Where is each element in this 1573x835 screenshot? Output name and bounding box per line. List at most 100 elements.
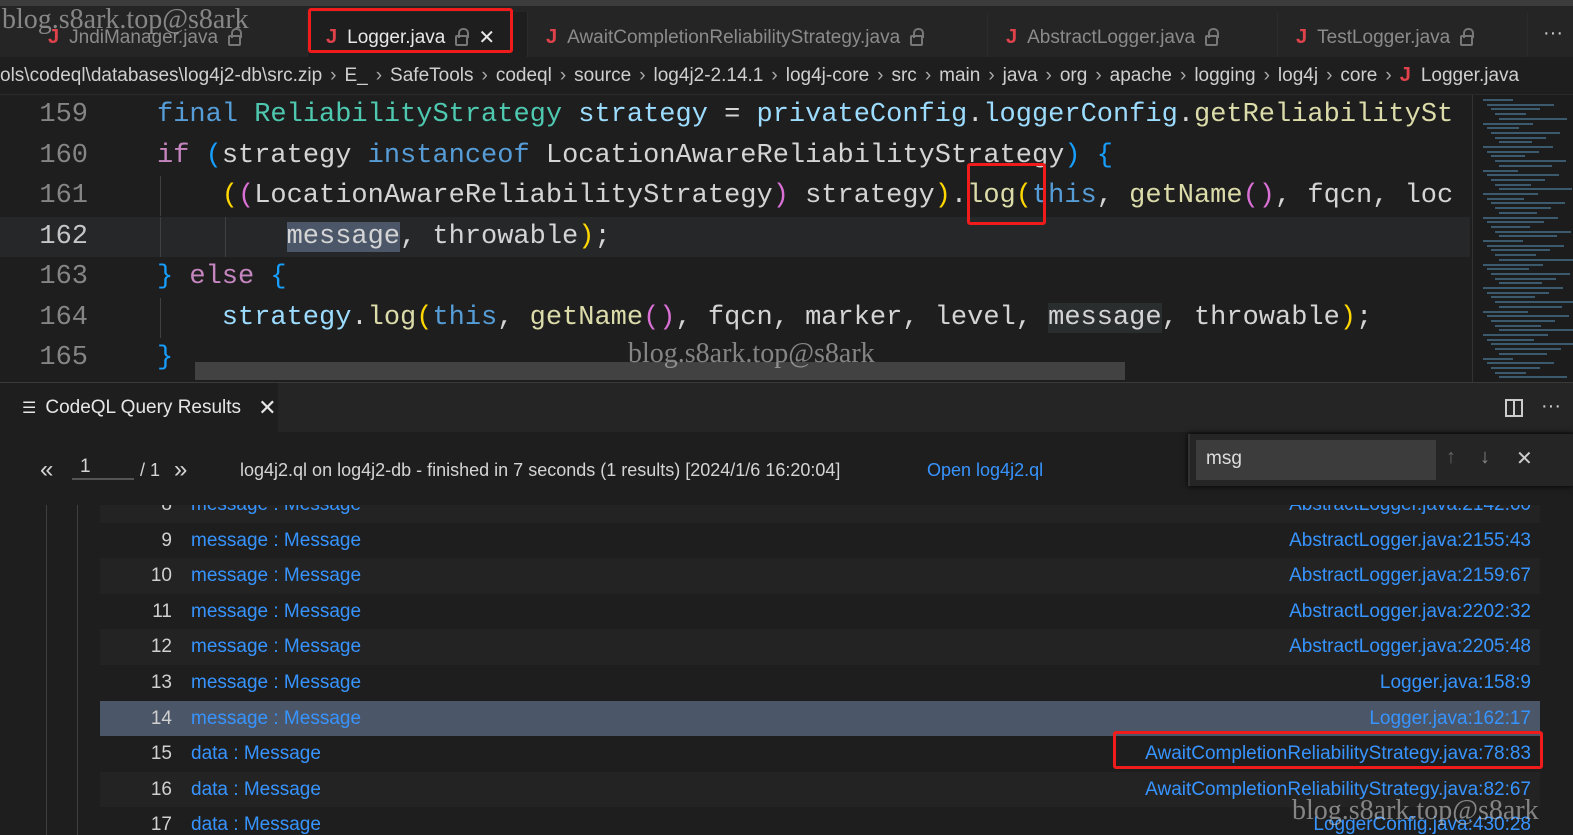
tab-testlogger-java[interactable]: J TestLogger.java xyxy=(1278,12,1528,63)
tab-logger-java[interactable]: J Logger.java ✕ xyxy=(308,12,528,63)
breadcrumb-item[interactable]: core xyxy=(1340,65,1377,87)
minimap-line xyxy=(1499,258,1573,261)
code-token: loggerConfig xyxy=(983,100,1178,130)
tab-jndimanager-java[interactable]: J JndiManager.java xyxy=(30,12,308,63)
indent-guide xyxy=(160,176,161,216)
breadcrumb-item[interactable]: ols\codeql\databases\log4j2-db\src.zip xyxy=(0,65,322,87)
result-label-link[interactable]: data : Message xyxy=(191,807,321,835)
result-row[interactable]: 13 message : Message Logger.java:158:9 xyxy=(100,665,1540,701)
next-match-icon[interactable]: ↓ xyxy=(1480,446,1490,469)
result-label-link[interactable]: data : Message xyxy=(191,736,321,772)
minimap-line xyxy=(1487,221,1544,224)
minimap-line xyxy=(1487,103,1554,106)
code-token: ) xyxy=(1339,302,1357,333)
horizontal-scrollbar[interactable] xyxy=(195,362,1125,380)
breadcrumb-item[interactable]: apache xyxy=(1110,65,1172,87)
breadcrumb-item[interactable]: java xyxy=(1003,65,1038,87)
tab-awaitcompletionreliabilitystrategy-java[interactable]: J AwaitCompletionReliabilityStrategy.java xyxy=(528,12,988,63)
result-location-link[interactable]: AwaitCompletionReliabilityStrategy.java:… xyxy=(1145,736,1531,772)
breadcrumb-item[interactable]: logging xyxy=(1194,65,1255,87)
tab-label: AwaitCompletionReliabilityStrategy.java xyxy=(567,26,901,48)
result-label-link[interactable]: data : Message xyxy=(191,772,321,808)
chevron-right-icon: › xyxy=(1326,64,1333,86)
tab-codeql-query-results[interactable]: ☰ CodeQL Query Results ✕ xyxy=(0,383,278,433)
find-widget: msg ↑ ↓ ✕ xyxy=(1188,434,1573,486)
result-location-link[interactable]: AwaitCompletionReliabilityStrategy.java:… xyxy=(1145,772,1531,808)
close-find-icon[interactable]: ✕ xyxy=(1516,446,1533,471)
result-label-link[interactable]: message : Message xyxy=(191,523,361,559)
code-line[interactable]: 161 ((LocationAwareReliabilityStrategy) s… xyxy=(0,176,1470,216)
result-row[interactable]: 8 message : Message AbstractLogger.java:21… xyxy=(100,505,1540,523)
code-line[interactable]: 159 final ReliabilityStrategy strategy = … xyxy=(0,95,1470,135)
result-location-link[interactable]: AbstractLogger.java:2142:60 xyxy=(1289,505,1531,523)
breadcrumb-item[interactable]: SafeTools xyxy=(390,65,473,87)
next-page-button[interactable]: » xyxy=(174,456,187,484)
indent-guide xyxy=(160,297,161,338)
result-label-link[interactable]: message : Message xyxy=(191,558,361,594)
line-number: 165 xyxy=(39,343,88,373)
result-location-link[interactable]: Logger.java:158:9 xyxy=(1380,665,1531,701)
page-total: / 1 xyxy=(140,460,161,480)
result-location-link[interactable]: AbstractLogger.java:2205:48 xyxy=(1289,629,1531,665)
result-row[interactable]: 17 data : Message LoggerConfig.java:430:28 xyxy=(100,807,1540,835)
result-location-link[interactable]: Logger.java:162:17 xyxy=(1369,701,1531,737)
breadcrumb-item[interactable]: source xyxy=(574,65,631,87)
result-label-link[interactable]: message : Message xyxy=(191,665,361,701)
breadcrumb-item[interactable]: org xyxy=(1060,65,1087,87)
result-label-link[interactable]: message : Message xyxy=(191,629,361,665)
result-row[interactable]: 14 message : Message Logger.java:162:17 xyxy=(100,700,1540,737)
open-query-link[interactable]: Open log4j2.ql xyxy=(927,460,1043,481)
result-location-link[interactable]: LoggerConfig.java:430:28 xyxy=(1313,807,1531,835)
result-label-link[interactable]: message : Message xyxy=(191,505,361,523)
line-number: 159 xyxy=(39,100,88,130)
result-location-link[interactable]: AbstractLogger.java:2159:67 xyxy=(1289,558,1531,594)
result-location-link[interactable]: AbstractLogger.java:2155:43 xyxy=(1289,523,1531,559)
result-row[interactable]: 11 message : Message AbstractLogger.java:2… xyxy=(100,594,1540,630)
result-location-link[interactable]: AbstractLogger.java:2202:32 xyxy=(1289,594,1531,630)
result-label-link[interactable]: message : Message xyxy=(191,594,361,630)
split-editor-icon[interactable] xyxy=(1505,399,1524,417)
code-token: instanceof xyxy=(367,140,530,171)
breadcrumb-item[interactable]: codeql xyxy=(496,65,552,87)
code-token: LocationAwareReliabilityStrategy xyxy=(545,140,1065,171)
code-line[interactable]: 163} else { xyxy=(0,257,1470,297)
breadcrumb-item[interactable]: log4j-core xyxy=(786,65,869,87)
previous-match-icon[interactable]: ↑ xyxy=(1446,446,1456,469)
code-token: , throwable xyxy=(400,221,579,252)
minimap[interactable] xyxy=(1472,95,1573,382)
result-row[interactable]: 12 message : Message AbstractLogger.java:2… xyxy=(100,629,1540,665)
more-actions-icon[interactable]: ··· xyxy=(1541,395,1561,418)
breadcrumb-item[interactable]: log4j xyxy=(1278,65,1318,87)
tab-label: AbstractLogger.java xyxy=(1027,26,1196,48)
prev-page-button[interactable]: « xyxy=(40,456,53,484)
find-input[interactable]: msg xyxy=(1196,440,1436,480)
breadcrumb-item[interactable]: Logger.java xyxy=(1421,65,1519,87)
code-token: } xyxy=(157,343,174,373)
tree-guide xyxy=(77,505,78,835)
minimap-line xyxy=(1487,174,1559,177)
more-actions-icon[interactable]: ··· xyxy=(1543,22,1563,45)
code-line[interactable]: 160 if (strategy instanceof LocationAware… xyxy=(0,136,1470,176)
tab-abstractlogger-java[interactable]: J AbstractLogger.java xyxy=(988,12,1278,63)
result-row[interactable]: 10 message : Message AbstractLogger.java:2… xyxy=(100,558,1540,594)
close-icon[interactable]: ✕ xyxy=(258,395,276,421)
result-row[interactable]: 9 message : Message AbstractLogger.java:21… xyxy=(100,523,1540,559)
code-token: ; xyxy=(594,221,611,252)
code-text: } else { xyxy=(157,257,287,297)
code-line[interactable]: 162 message, throwable); xyxy=(0,216,1470,257)
close-tab-icon[interactable]: ✕ xyxy=(478,25,495,50)
code-line[interactable]: 164 strategy.log(this, getName(), fqcn, m… xyxy=(0,298,1470,338)
minimap-line xyxy=(1491,272,1570,275)
tree-guide xyxy=(46,505,47,835)
chevron-right-icon: › xyxy=(1095,64,1102,86)
breadcrumb-item[interactable]: log4j2-2.14.1 xyxy=(654,65,764,87)
page-input[interactable]: 1 xyxy=(72,456,134,480)
result-row[interactable]: 15 data : Message AwaitCompletionReliabili… xyxy=(100,736,1540,772)
result-row[interactable]: 16 data : Message AwaitCompletionReliabili… xyxy=(100,771,1540,808)
code-token: this xyxy=(432,302,498,333)
breadcrumb-item[interactable]: src xyxy=(891,65,916,87)
result-label-link[interactable]: message : Message xyxy=(191,701,361,737)
breadcrumb-item[interactable]: main xyxy=(939,65,980,87)
code-editor[interactable]: 159 final ReliabilityStrategy strategy = … xyxy=(0,95,1470,382)
breadcrumb-item[interactable]: E_ xyxy=(344,65,367,87)
